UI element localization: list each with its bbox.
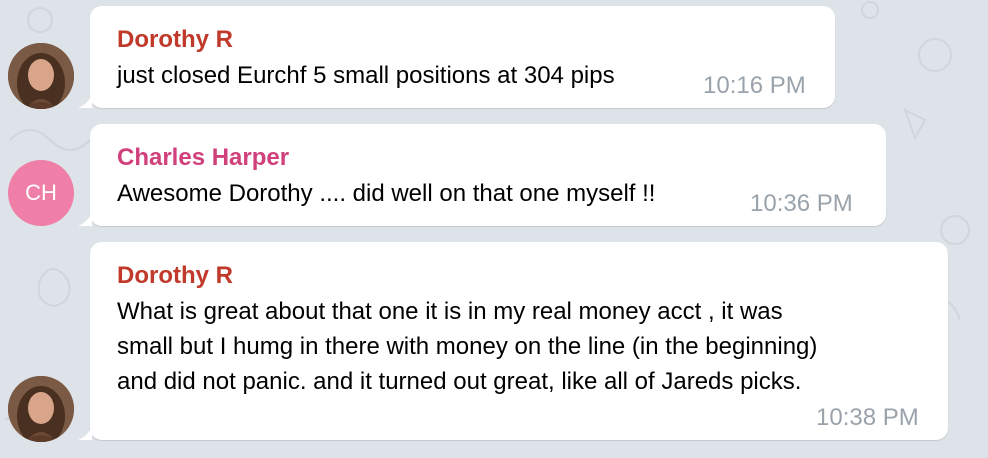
avatar-dorothy-r[interactable]	[8, 376, 74, 442]
message-bubble[interactable]: Dorothy R just closed Eurchf 5 small pos…	[78, 6, 835, 108]
message-text-line: and did not panic. and it turned out gre…	[117, 368, 802, 395]
message-text: Awesome Dorothy .... did well on that on…	[117, 180, 656, 207]
message-text-line: What is great about that one it is in my…	[117, 298, 783, 325]
message-timestamp: 10:38 PM	[816, 404, 919, 431]
message-text: just closed Eurchf 5 small positions at …	[117, 62, 615, 89]
sender-name[interactable]: Charles Harper	[117, 144, 289, 172]
avatar-charles-harper[interactable]: CH	[8, 160, 74, 226]
avatar-dorothy-r[interactable]	[8, 43, 74, 109]
bubble-tail	[78, 94, 92, 108]
bubble-tail	[78, 426, 92, 440]
bubble-tail	[78, 212, 92, 226]
sender-name[interactable]: Dorothy R	[117, 26, 233, 54]
sender-name[interactable]: Dorothy R	[117, 262, 233, 290]
message-bubble[interactable]: Charles Harper Awesome Dorothy .... did …	[78, 124, 886, 226]
avatar-initials: CH	[25, 180, 57, 205]
message-timestamp: 10:36 PM	[750, 190, 853, 217]
message-text-line: small but I humg in there with money on …	[117, 333, 818, 360]
message-bubble[interactable]: Dorothy R What is great about that one i…	[78, 242, 948, 440]
message-timestamp: 10:16 PM	[703, 72, 806, 99]
